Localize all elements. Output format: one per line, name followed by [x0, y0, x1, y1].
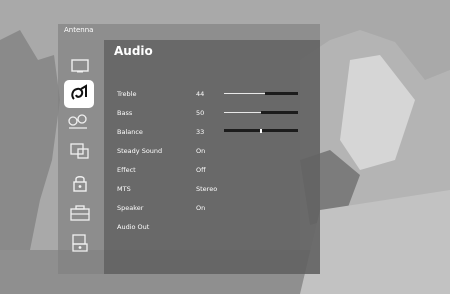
- steady-sound-label[interactable]: Steady Sound: [117, 147, 162, 155]
- input-icon[interactable]: [67, 232, 93, 254]
- audio-settings-panel: [104, 40, 320, 274]
- treble-slider-fill: [265, 92, 298, 95]
- speaker-value: On: [196, 204, 206, 212]
- lock-icon[interactable]: [67, 172, 93, 194]
- balance-slider[interactable]: [224, 128, 298, 134]
- balance-value: 33: [196, 128, 205, 136]
- mts-label[interactable]: MTS: [117, 185, 131, 193]
- treble-slider[interactable]: [224, 91, 298, 97]
- speaker-label[interactable]: Speaker: [117, 204, 143, 212]
- audio-out-label[interactable]: Audio Out: [117, 223, 149, 231]
- treble-label[interactable]: Treble: [117, 90, 136, 98]
- channel-icon[interactable]: [67, 140, 93, 162]
- setup-icon[interactable]: [65, 110, 91, 132]
- bass-slider[interactable]: [224, 110, 298, 116]
- balance-label[interactable]: Balance: [117, 128, 143, 136]
- menu-source-title: Antenna: [64, 26, 94, 34]
- bass-slider-fill: [261, 111, 298, 114]
- effect-value: Off: [196, 166, 206, 174]
- mts-value: Stereo: [196, 185, 218, 193]
- picture-icon[interactable]: [67, 55, 93, 77]
- steady-sound-value: On: [196, 147, 206, 155]
- effect-label[interactable]: Effect: [117, 166, 136, 174]
- audio-icon[interactable]: [64, 80, 94, 108]
- options-icon[interactable]: [67, 202, 93, 224]
- bass-value: 50: [196, 109, 205, 117]
- treble-value: 44: [196, 90, 205, 98]
- page-title: Audio: [114, 44, 153, 58]
- bass-label[interactable]: Bass: [117, 109, 132, 117]
- balance-slider-center-marker: [260, 129, 262, 133]
